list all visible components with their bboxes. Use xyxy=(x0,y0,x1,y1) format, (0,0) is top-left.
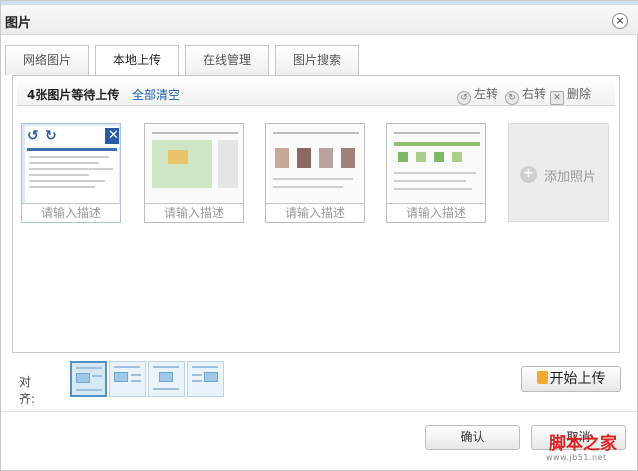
description-input[interactable]: 请输入描述 xyxy=(387,203,485,222)
thumbnail-image xyxy=(390,126,484,204)
dialog-title: 图片 xyxy=(5,16,32,31)
add-photo-button[interactable]: + 添加照片 xyxy=(508,123,609,222)
close-icon[interactable]: × xyxy=(612,13,628,29)
tab-local-upload[interactable]: 本地上传 xyxy=(95,45,179,76)
rotate-left-label: 左转 xyxy=(474,87,499,101)
start-upload-label: 开始上传 xyxy=(549,371,606,387)
watermark-url: www.jb51.net xyxy=(546,453,607,462)
clear-all-link[interactable]: 全部清空 xyxy=(132,86,180,103)
start-upload-button[interactable]: 开始上传 xyxy=(521,366,621,392)
upload-panel: 4张图片等待上传 全部清空 ↺左转 ↻右转 ✕删除 ↺ ↻ ✕ 请输入描述 xyxy=(12,75,620,353)
rotate-right-label: 右转 xyxy=(522,87,547,101)
upload-icon xyxy=(536,371,548,384)
align-right-button[interactable] xyxy=(187,361,224,397)
rotate-right-icon[interactable]: ↻ xyxy=(45,128,57,144)
title-bar: 图片 × xyxy=(1,5,638,35)
thumbnail-1[interactable]: ↺ ↻ ✕ 请输入描述 xyxy=(21,123,121,223)
align-center-icon xyxy=(159,372,173,382)
rotate-left-icon: ↺ xyxy=(457,91,471,105)
thumbnail-image xyxy=(269,126,363,204)
footer-divider xyxy=(1,411,637,412)
rotate-left-tool[interactable]: ↺ 左转 xyxy=(457,85,498,105)
thumbnail-2[interactable]: 请输入描述 xyxy=(144,123,244,223)
watermark-text: 脚本之家 xyxy=(549,434,617,454)
tab-network-image[interactable]: 网络图片 xyxy=(5,45,89,75)
align-right-icon xyxy=(204,372,218,382)
delete-tool[interactable]: ✕ 删除 xyxy=(550,85,591,105)
rotate-right-tool[interactable]: ↻ 右转 xyxy=(505,85,546,105)
align-none-button[interactable] xyxy=(70,361,107,397)
align-none-icon xyxy=(76,373,90,383)
plus-icon: + xyxy=(520,166,537,183)
tab-image-search[interactable]: 图片搜索 xyxy=(275,45,359,75)
description-input[interactable]: 请输入描述 xyxy=(22,203,120,222)
description-input[interactable]: 请输入描述 xyxy=(145,203,243,222)
description-input[interactable]: 请输入描述 xyxy=(266,203,364,222)
upload-toolbar: 4张图片等待上传 全部清空 ↺ 左转 ↻ 右转 ✕ 删除 xyxy=(17,80,615,106)
delete-label: 删除 xyxy=(567,87,592,101)
tab-online-manage[interactable]: 在线管理 xyxy=(185,45,269,75)
add-photo-label: 添加照片 xyxy=(544,170,597,185)
thumbnail-image xyxy=(148,126,242,204)
rotate-left-icon[interactable]: ↺ xyxy=(27,128,39,144)
thumbnail-3[interactable]: 请输入描述 xyxy=(265,123,365,223)
delete-icon[interactable]: ✕ xyxy=(105,128,119,144)
align-left-icon xyxy=(114,372,128,382)
image-dialog: 图片 × 网络图片 本地上传 在线管理 图片搜索 4张图片等待上传 全部清空 ↺… xyxy=(0,0,638,471)
rotate-right-icon: ↻ xyxy=(505,91,519,105)
delete-icon: ✕ xyxy=(550,91,564,105)
thumbnail-image: ↺ ↻ ✕ xyxy=(25,126,119,204)
align-center-button[interactable] xyxy=(148,361,185,397)
thumbnail-4[interactable]: 请输入描述 xyxy=(386,123,486,223)
pending-count: 4张图片等待上传 xyxy=(27,88,120,102)
align-label: 对 齐: xyxy=(19,375,36,406)
align-left-button[interactable] xyxy=(109,361,146,397)
confirm-button[interactable]: 确认 xyxy=(425,425,520,450)
